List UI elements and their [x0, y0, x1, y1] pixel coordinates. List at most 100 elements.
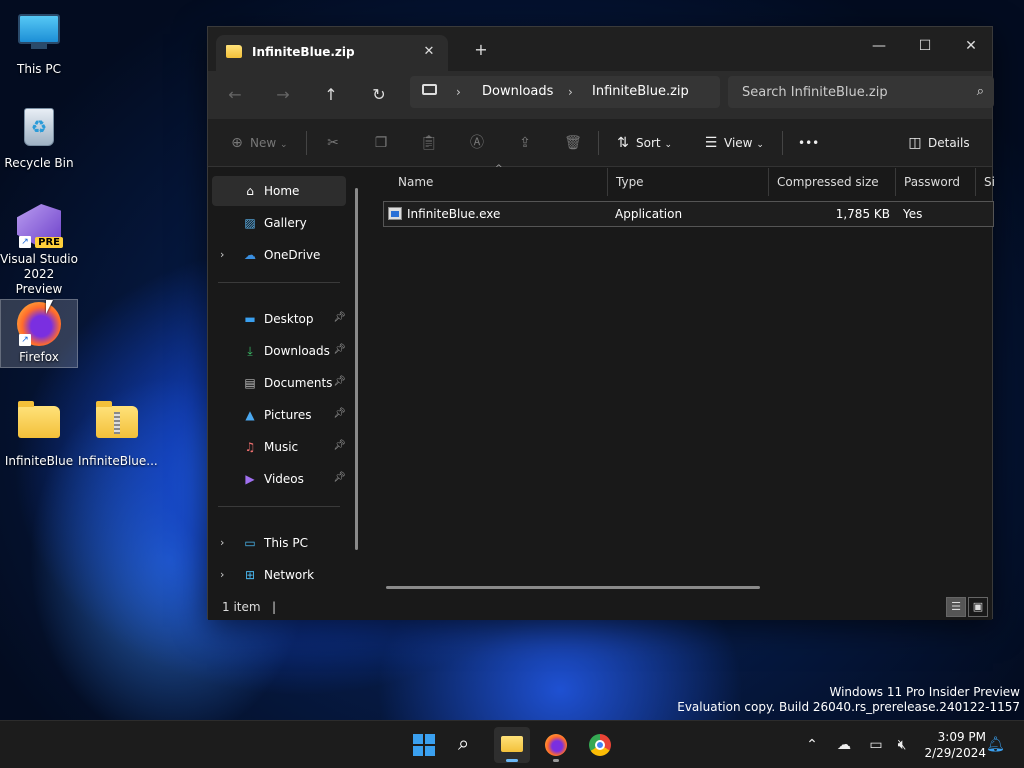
breadcrumb[interactable]: › Downloads › InfiniteBlue.zip [410, 76, 720, 108]
exe-file-icon [388, 207, 402, 220]
view-icon: ☰ [704, 135, 718, 151]
sidebar-item-pictures[interactable]: ▲ Pictures 📌︎ [212, 400, 346, 430]
chevron-down-icon: ⌄ [664, 140, 672, 150]
up-button[interactable]: ↑ [316, 81, 346, 109]
chevron-right-icon[interactable]: › [220, 536, 224, 549]
gallery-icon: ▨ [244, 216, 256, 230]
maximize-button[interactable]: ☐ [902, 31, 948, 61]
column-header-password[interactable]: Password ... [896, 168, 976, 217]
sidebar-item-label: Gallery [264, 216, 307, 230]
close-tab-button[interactable]: ✕ [418, 41, 440, 63]
details-pane-button[interactable]: ◫ Details [906, 131, 969, 155]
sidebar-item-label: This PC [264, 536, 308, 550]
minimize-button[interactable]: — [856, 31, 902, 61]
forward-button[interactable]: → [268, 81, 298, 109]
notification-bell-icon[interactable]: 🔔︎ [986, 735, 1005, 753]
tiles-view-icon[interactable]: ▣ [968, 597, 988, 617]
cut-button[interactable]: ✂ [324, 131, 346, 155]
cloud-icon: ☁ [244, 248, 256, 262]
breadcrumb-separator[interactable]: › [456, 85, 461, 99]
show-hidden-icons-chevron-up-icon[interactable]: ⌃ [800, 721, 824, 768]
sidebar-item-home[interactable]: ⌂ Home [212, 176, 346, 206]
shortcut-arrow-icon: ↗ [19, 334, 31, 346]
back-button[interactable]: ← [220, 81, 250, 109]
document-icon: ▤ [244, 376, 256, 390]
new-tab-button[interactable]: + [470, 39, 492, 61]
mouse-cursor-icon [46, 300, 53, 314]
file-list: Name ^ Type Compressed size Password ...… [368, 164, 994, 593]
tab-infiniteblue-zip[interactable]: InfiniteBlue.zip ✕ [216, 35, 448, 71]
rename-button[interactable]: Ⓐ [468, 131, 490, 155]
chevron-right-icon[interactable]: › [220, 248, 224, 261]
sidebar-scrollbar[interactable] [355, 188, 358, 550]
sidebar-item-videos[interactable]: ▶ Videos 📌︎ [212, 464, 346, 494]
desktop-icon-this-pc[interactable]: This PC [0, 8, 78, 77]
volume-muted-icon[interactable]: 🔇︎ [890, 721, 914, 768]
copy-button[interactable]: ❐ [372, 131, 394, 155]
sidebar-item-this-pc[interactable]: › ▭ This PC [212, 528, 346, 558]
sidebar-item-downloads[interactable]: ⤓ Downloads 📌︎ [212, 336, 346, 366]
sort-button[interactable]: ⇅ Sort ⌄ [614, 131, 672, 155]
sidebar-item-gallery[interactable]: ▨ Gallery [212, 208, 346, 238]
plus-circle-icon: ⊕ [231, 135, 243, 151]
search-input[interactable] [728, 76, 958, 108]
breadcrumb-infiniteblue-zip[interactable]: InfiniteBlue.zip [592, 84, 689, 99]
sidebar-item-documents[interactable]: ▤ Documents 📌︎ [212, 368, 346, 398]
desktop-icon-label: This PC [17, 62, 61, 76]
column-header-type[interactable]: Type [608, 168, 769, 196]
file-compressed-size: 1,785 KB [835, 207, 890, 221]
status-bar: 1 item | ☰ ▣ [208, 593, 992, 620]
taskbar-chrome[interactable] [582, 727, 618, 763]
details-view-icon[interactable]: ☰ [946, 597, 966, 617]
search-icon: ⌕ [976, 84, 984, 99]
start-button[interactable] [406, 727, 442, 763]
share-button[interactable]: ⇪ [516, 131, 538, 155]
sidebar-item-desktop[interactable]: ▬ Desktop 📌︎ [212, 304, 346, 334]
taskbar-firefox[interactable] [538, 727, 574, 763]
pin-icon: 📌︎ [333, 440, 346, 451]
onedrive-offline-icon[interactable]: ☁ [832, 721, 856, 768]
sidebar-item-label: Videos [264, 472, 304, 486]
refresh-button[interactable]: ↻ [364, 81, 394, 109]
column-header-compressed-size[interactable]: Compressed size [769, 168, 896, 196]
taskbar-file-explorer[interactable] [494, 727, 530, 763]
desktop-icon-infiniteblue-folder[interactable]: InfiniteBlue [0, 400, 78, 469]
zip-folder-icon [95, 401, 139, 450]
breadcrumb-downloads[interactable]: Downloads [482, 84, 553, 99]
sidebar-item-label: Documents [264, 376, 333, 390]
breadcrumb-separator[interactable]: › [568, 85, 573, 99]
desktop-icon-visual-studio[interactable]: PRE ↗ Visual Studio 2022 Preview [0, 204, 78, 297]
desktop-icon-firefox[interactable]: ↗ Firefox [0, 299, 78, 368]
clock[interactable]: 3:09 PM 2/29/2024 [916, 729, 986, 761]
recycle-bin-icon [17, 108, 61, 152]
file-name: InfiniteBlue.exe [407, 207, 501, 221]
sidebar-item-label: Desktop [264, 312, 314, 326]
folder-icon [501, 736, 523, 752]
rename-icon: Ⓐ [470, 135, 484, 151]
sidebar-item-onedrive[interactable]: › ☁ OneDrive [212, 240, 346, 270]
close-window-button[interactable]: ✕ [948, 31, 994, 61]
search-box[interactable]: ⌕ [728, 76, 994, 108]
tab-title: InfiniteBlue.zip [252, 45, 355, 59]
horizontal-scrollbar[interactable] [386, 586, 760, 589]
table-row[interactable]: InfiniteBlue.exe Application 1,785 KB Ye… [383, 201, 994, 227]
sidebar-item-music[interactable]: ♫ Music 📌︎ [212, 432, 346, 462]
music-icon: ♫ [244, 440, 256, 454]
column-header-size[interactable]: Si [976, 168, 994, 196]
build-watermark: Windows 11 Pro Insider Preview Evaluatio… [677, 685, 1020, 715]
chevron-right-icon[interactable]: › [220, 568, 224, 581]
chevron-down-icon: ⌄ [280, 140, 288, 150]
more-options-button[interactable]: ••• [798, 131, 819, 155]
details-pane-icon: ◫ [908, 135, 922, 151]
new-label: New [250, 136, 277, 150]
new-button[interactable]: ⊕ New ⌄ [228, 131, 288, 155]
paste-button[interactable]: 📋︎ [420, 131, 442, 155]
search-button[interactable]: ⌕ [450, 727, 486, 763]
desktop-icon-recycle-bin[interactable]: Recycle Bin [0, 106, 78, 171]
title-bar: InfiniteBlue.zip ✕ + — ☐ ✕ [208, 27, 992, 71]
sidebar-item-network[interactable]: › ⊞ Network [212, 560, 346, 590]
view-button[interactable]: ☰ View ⌄ [702, 131, 764, 155]
delete-button[interactable]: 🗑︎ [564, 131, 586, 155]
network-icon[interactable]: ▭ [864, 721, 888, 768]
desktop-icon-infiniteblue-zip[interactable]: InfiniteBlue... [78, 400, 158, 469]
